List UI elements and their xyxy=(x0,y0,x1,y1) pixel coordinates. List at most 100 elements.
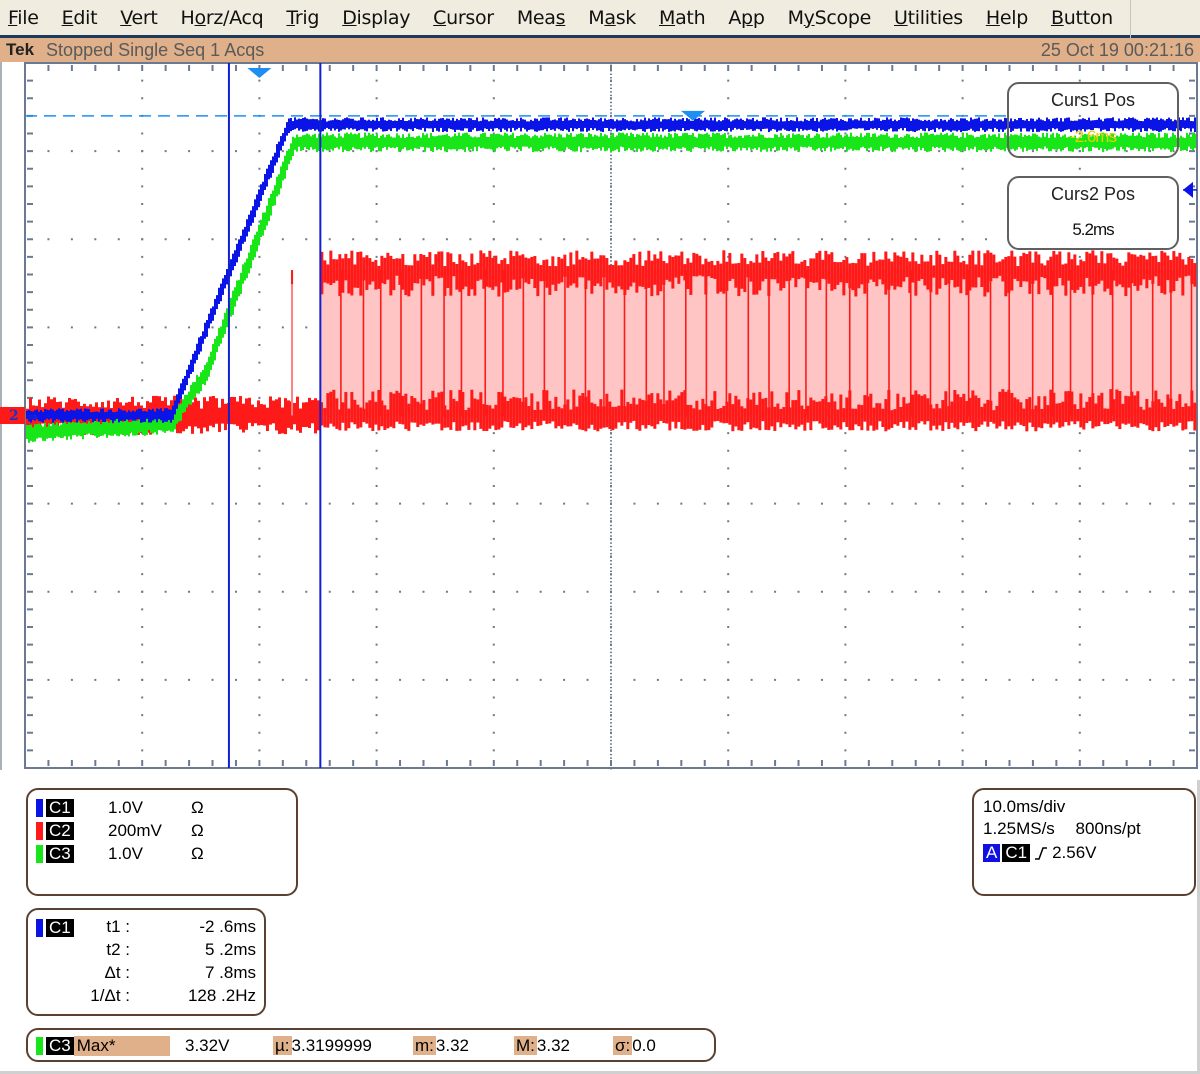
waveform-c2-segment xyxy=(944,256,948,285)
center-axis-tick xyxy=(610,535,612,537)
grid-dot xyxy=(305,150,308,153)
menu-display[interactable]: Display xyxy=(342,7,410,29)
waveform-c2-segment xyxy=(896,393,900,426)
grid-dot xyxy=(727,590,730,593)
waveform-c2-segment xyxy=(410,265,414,291)
waveform-c1-segment xyxy=(364,119,366,131)
waveform-c1-segment xyxy=(586,118,588,132)
channel-row-c3[interactable]: C3 1.0V Ω xyxy=(36,843,204,865)
waveform-c3-segment xyxy=(848,136,850,150)
curs2-readout[interactable]: Curs2 Pos 5.2ms xyxy=(1007,176,1179,250)
center-axis-tick xyxy=(610,701,612,703)
waveform-c3-segment xyxy=(462,133,464,150)
waveform-c1-segment xyxy=(872,120,874,129)
cursor-readout-panel[interactable]: C1 t1 : -2 .6ms t2 :5 .2ms Δt :7 .8ms 1/Δt :… xyxy=(26,908,266,1016)
menu-meas[interactable]: Meas xyxy=(517,7,566,29)
waveform-c1-segment xyxy=(842,119,844,131)
waveform-c1-segment xyxy=(652,119,654,131)
waveform-c1-segment xyxy=(502,118,504,129)
waveform-c2-segment xyxy=(821,259,825,279)
grid-dot xyxy=(375,467,378,470)
waveform-c1-segment xyxy=(742,119,744,131)
waveform-c1-segment xyxy=(414,117,416,129)
grid-dot xyxy=(1078,714,1081,717)
channel-row-c1[interactable]: C1 1.0V Ω xyxy=(36,797,204,819)
edge-tick xyxy=(94,65,97,71)
menu-edit[interactable]: Edit xyxy=(62,7,98,29)
menu-math[interactable]: Math xyxy=(659,7,706,29)
edge-tick xyxy=(1189,502,1195,505)
menu-app[interactable]: App xyxy=(728,7,765,29)
waveform-c3-segment xyxy=(862,137,864,147)
waveform-c1-segment xyxy=(296,119,298,129)
edge-tick xyxy=(1189,661,1195,664)
grid-dot xyxy=(352,678,355,681)
edge-tick xyxy=(305,65,308,71)
grid-dot xyxy=(281,502,284,505)
waveform-c2-segment xyxy=(1064,263,1068,296)
waveform-c2-segment xyxy=(656,258,660,296)
waveform-display[interactable]: Curs1 Pos -2.6ms Curs2 Pos 5.2ms 2 ⇒ xyxy=(0,62,1200,770)
menu-help[interactable]: Help xyxy=(986,7,1028,29)
waveform-c2-segment xyxy=(1148,407,1152,430)
edge-tick xyxy=(1078,760,1081,766)
menu-trig[interactable]: Trig xyxy=(286,7,319,29)
edge-tick xyxy=(27,255,33,258)
waveform-c1-segment xyxy=(392,120,394,129)
waveform-c2-segment xyxy=(518,398,522,424)
center-axis-tick xyxy=(610,704,612,706)
menu-cursor[interactable]: Cursor xyxy=(433,7,494,29)
channel-scale-panel[interactable]: C1 1.0V Ω C2 200mV Ω C3 1.0V Ω xyxy=(26,788,298,896)
menu-horz-acq[interactable]: Horz/Acq xyxy=(181,7,264,29)
ch2-ground-marker[interactable]: 2 xyxy=(0,407,25,424)
waveform-c1-segment xyxy=(324,118,326,130)
waveform-c1-segment xyxy=(94,411,96,421)
graticule-svg[interactable] xyxy=(0,62,1200,770)
menu-button[interactable]: Button xyxy=(1051,7,1113,29)
waveform-c1-segment xyxy=(172,405,174,420)
sigma-label: σ: xyxy=(613,1036,633,1055)
grid-dot xyxy=(1078,626,1081,628)
waveform-c1-segment xyxy=(110,409,112,421)
waveform-c2-segment xyxy=(890,261,894,286)
curs1-readout[interactable]: Curs1 Pos -2.6ms xyxy=(1007,82,1179,158)
grid-dot xyxy=(867,150,870,153)
grid-dot xyxy=(141,97,144,100)
waveform-c1-segment xyxy=(676,120,678,130)
menu-mask[interactable]: Mask xyxy=(588,7,636,29)
grid-dot xyxy=(867,590,870,593)
grid-dot xyxy=(258,467,261,470)
measurement-bar[interactable]: C3 Max* 3.32V µ: 3.3199999 m: 3.32 M: 3.32 … xyxy=(26,1028,716,1062)
menu-utilities[interactable]: Utilities xyxy=(894,7,963,29)
waveform-c1-segment xyxy=(1188,117,1190,129)
grid-dot xyxy=(375,150,378,153)
waveform-c2-segment xyxy=(794,263,798,288)
edge-tick xyxy=(27,344,33,346)
edge-tick xyxy=(305,760,308,766)
waveform-c2-segment xyxy=(878,259,882,280)
waveform-c1-segment xyxy=(888,119,890,130)
center-axis-tick xyxy=(610,627,612,629)
waveform-c3-segment xyxy=(1188,134,1190,147)
channel-row-c2[interactable]: C2 200mV Ω xyxy=(36,820,204,842)
edge-tick xyxy=(867,65,870,71)
waveform-c2-segment xyxy=(956,394,960,430)
waveform-c3-segment xyxy=(832,135,834,148)
waveform-c2-glitch xyxy=(291,270,294,416)
waveform-c1-segment xyxy=(422,119,424,128)
waveform-c2-segment xyxy=(791,400,795,425)
center-axis-tick xyxy=(610,80,612,83)
waveform-c3-segment xyxy=(460,135,462,149)
waveform-c3-segment xyxy=(646,132,648,151)
waveform-c1-segment xyxy=(498,117,500,130)
menu-myscope[interactable]: MyScope xyxy=(788,7,872,29)
waveform-c1-segment xyxy=(814,121,816,132)
menu-file[interactable]: File xyxy=(8,7,39,29)
horizontal-trigger-panel[interactable]: 10.0ms/div 1.25MS/s 800ns/pt A C1 2.56V xyxy=(972,788,1196,896)
waveform-c2-segment xyxy=(269,396,272,425)
waveform-c3-segment xyxy=(782,135,784,150)
waveform-c2-segment xyxy=(950,261,954,280)
menu-vert[interactable]: Vert xyxy=(120,7,158,29)
waveform-c2-segment xyxy=(1160,250,1164,294)
waveform-c2-segment xyxy=(818,250,822,290)
